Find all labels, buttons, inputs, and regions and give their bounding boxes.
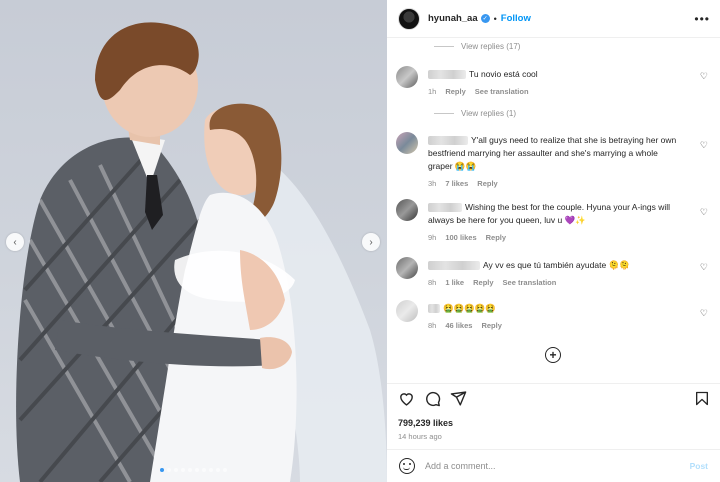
- like-count[interactable]: 1 like: [445, 276, 464, 289]
- more-options-icon[interactable]: •••: [694, 12, 710, 26]
- see-translation-button[interactable]: See translation: [475, 85, 529, 98]
- share-icon[interactable]: [450, 390, 467, 407]
- comment-text: Tu novio está cool: [469, 69, 538, 79]
- like-heart-icon[interactable]: ♡: [700, 71, 708, 82]
- post-panel: hyunah_aa ✓ • Follow ••• View replies (1…: [387, 0, 720, 482]
- reply-button[interactable]: Reply: [486, 231, 506, 244]
- carousel-dot: [181, 468, 185, 472]
- view-replies-button[interactable]: View replies (17): [434, 42, 520, 51]
- post-actions: 799,239 likes 14 hours ago: [387, 383, 720, 443]
- avatar[interactable]: [396, 132, 418, 154]
- like-heart-icon[interactable]: ♡: [700, 140, 708, 151]
- carousel-dot: [216, 468, 220, 472]
- likes-count[interactable]: 799,239 likes: [398, 418, 453, 428]
- comment-text: Wishing the best for the couple. Hyuna y…: [428, 202, 671, 225]
- blurred-username[interactable]: [428, 304, 440, 314]
- comment-time: 8h: [428, 278, 437, 287]
- like-count[interactable]: 46 likes: [445, 319, 472, 332]
- reply-button[interactable]: Reply: [477, 177, 497, 190]
- blurred-username[interactable]: [428, 203, 462, 213]
- carousel-dot: [223, 468, 227, 472]
- carousel-indicator: [0, 468, 387, 472]
- comment-icon[interactable]: [424, 390, 441, 407]
- carousel-dot: [202, 468, 206, 472]
- carousel-dot: [209, 468, 213, 472]
- next-arrow-icon[interactable]: ›: [362, 233, 380, 251]
- verified-badge-icon: ✓: [480, 14, 490, 23]
- avatar[interactable]: [396, 257, 418, 279]
- username-link[interactable]: hyunah_aa: [428, 13, 478, 24]
- post-photo[interactable]: ‹ ›: [0, 0, 387, 482]
- avatar[interactable]: [398, 7, 420, 30]
- comment-text: 🤮🤮🤮🤮🤮: [443, 303, 496, 313]
- view-replies-button[interactable]: View replies (1): [434, 109, 516, 118]
- like-heart-icon[interactable]: [398, 390, 415, 407]
- carousel-dot: [188, 468, 192, 472]
- like-heart-icon[interactable]: ♡: [700, 262, 708, 273]
- reply-button[interactable]: Reply: [473, 276, 493, 289]
- comment-time: 3h: [428, 179, 437, 188]
- avatar[interactable]: [396, 300, 418, 322]
- comment-input[interactable]: [425, 461, 675, 471]
- post-button[interactable]: Post: [690, 461, 708, 471]
- previous-arrow-icon[interactable]: ‹: [6, 233, 24, 251]
- carousel-dot: [174, 468, 178, 472]
- comment-time: 8h: [428, 321, 437, 330]
- separator-dot: •: [493, 13, 497, 24]
- wedding-photo: [16, 22, 387, 482]
- blurred-username[interactable]: [428, 261, 480, 271]
- post-timestamp[interactable]: 14 hours ago: [398, 432, 442, 441]
- like-count[interactable]: 7 likes: [445, 177, 468, 190]
- reply-button[interactable]: Reply: [481, 319, 501, 332]
- add-comment-bar: Post: [387, 449, 720, 482]
- comments-list: View replies (17) Tu novio está cool 1h …: [387, 38, 720, 382]
- carousel-dot: [167, 468, 171, 472]
- like-count[interactable]: 100 likes: [445, 231, 476, 244]
- follow-button[interactable]: Follow: [501, 13, 531, 24]
- emoji-icon[interactable]: [399, 458, 415, 474]
- bookmark-icon[interactable]: [694, 390, 710, 407]
- comment-time: 1h: [428, 87, 437, 96]
- carousel-dot: [160, 468, 164, 472]
- blurred-username[interactable]: [428, 136, 468, 146]
- load-more-comments-icon[interactable]: +: [545, 347, 561, 363]
- post-header: hyunah_aa ✓ • Follow •••: [387, 0, 720, 38]
- comment-time: 9h: [428, 233, 437, 242]
- carousel-dot: [195, 468, 199, 472]
- see-translation-button[interactable]: See translation: [503, 276, 557, 289]
- avatar[interactable]: [396, 66, 418, 88]
- like-heart-icon[interactable]: ♡: [700, 207, 708, 218]
- like-heart-icon[interactable]: ♡: [700, 308, 708, 319]
- reply-button[interactable]: Reply: [445, 85, 465, 98]
- avatar[interactable]: [396, 199, 418, 221]
- blurred-username[interactable]: [428, 70, 466, 80]
- comment-text: Ay vv es que tú también ayudate 🫠🫠: [483, 260, 630, 270]
